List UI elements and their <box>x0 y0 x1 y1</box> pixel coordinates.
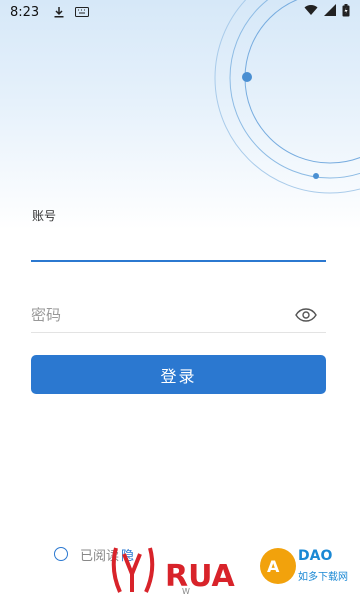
eye-icon[interactable] <box>294 304 318 326</box>
battery-charging-icon <box>342 3 350 21</box>
privacy-policy-link[interactable]: 隐 <box>121 545 134 564</box>
keyboard-icon <box>75 7 90 17</box>
agreement-checkbox[interactable] <box>54 547 68 561</box>
login-button[interactable]: 登录 <box>31 355 326 394</box>
password-underline <box>31 332 326 333</box>
watermark-logo: RUA W A DAO 如多下载网 <box>111 547 348 596</box>
orbit-decoration <box>214 0 360 194</box>
account-label: 账号 <box>32 209 57 223</box>
password-input[interactable] <box>31 300 289 330</box>
svg-text:如多下载网: 如多下载网 <box>298 570 348 583</box>
orbit-ring-middle <box>229 0 360 179</box>
svg-text:A: A <box>267 557 280 576</box>
watermark-site: W <box>182 587 190 596</box>
status-bar: 8:23 <box>0 0 360 24</box>
agreement-text: 已阅读 <box>80 548 120 564</box>
svg-text:DAO: DAO <box>298 548 332 564</box>
status-right-group <box>304 3 350 21</box>
orbit-dot-small <box>313 173 319 179</box>
wifi-icon <box>304 4 318 20</box>
watermark-badge <box>260 548 296 584</box>
download-icon <box>53 6 65 18</box>
status-time: 8:23 <box>10 4 40 20</box>
orbit-ring-outer <box>214 0 360 194</box>
orbit-ring-inner <box>244 0 360 164</box>
signal-icon <box>324 4 336 20</box>
account-input[interactable] <box>31 226 326 260</box>
agreement-row: 已阅读 隐 <box>54 544 134 564</box>
watermark-brand: RUA <box>165 559 236 594</box>
orbit-dot-large <box>242 72 252 82</box>
account-underline <box>31 260 326 262</box>
